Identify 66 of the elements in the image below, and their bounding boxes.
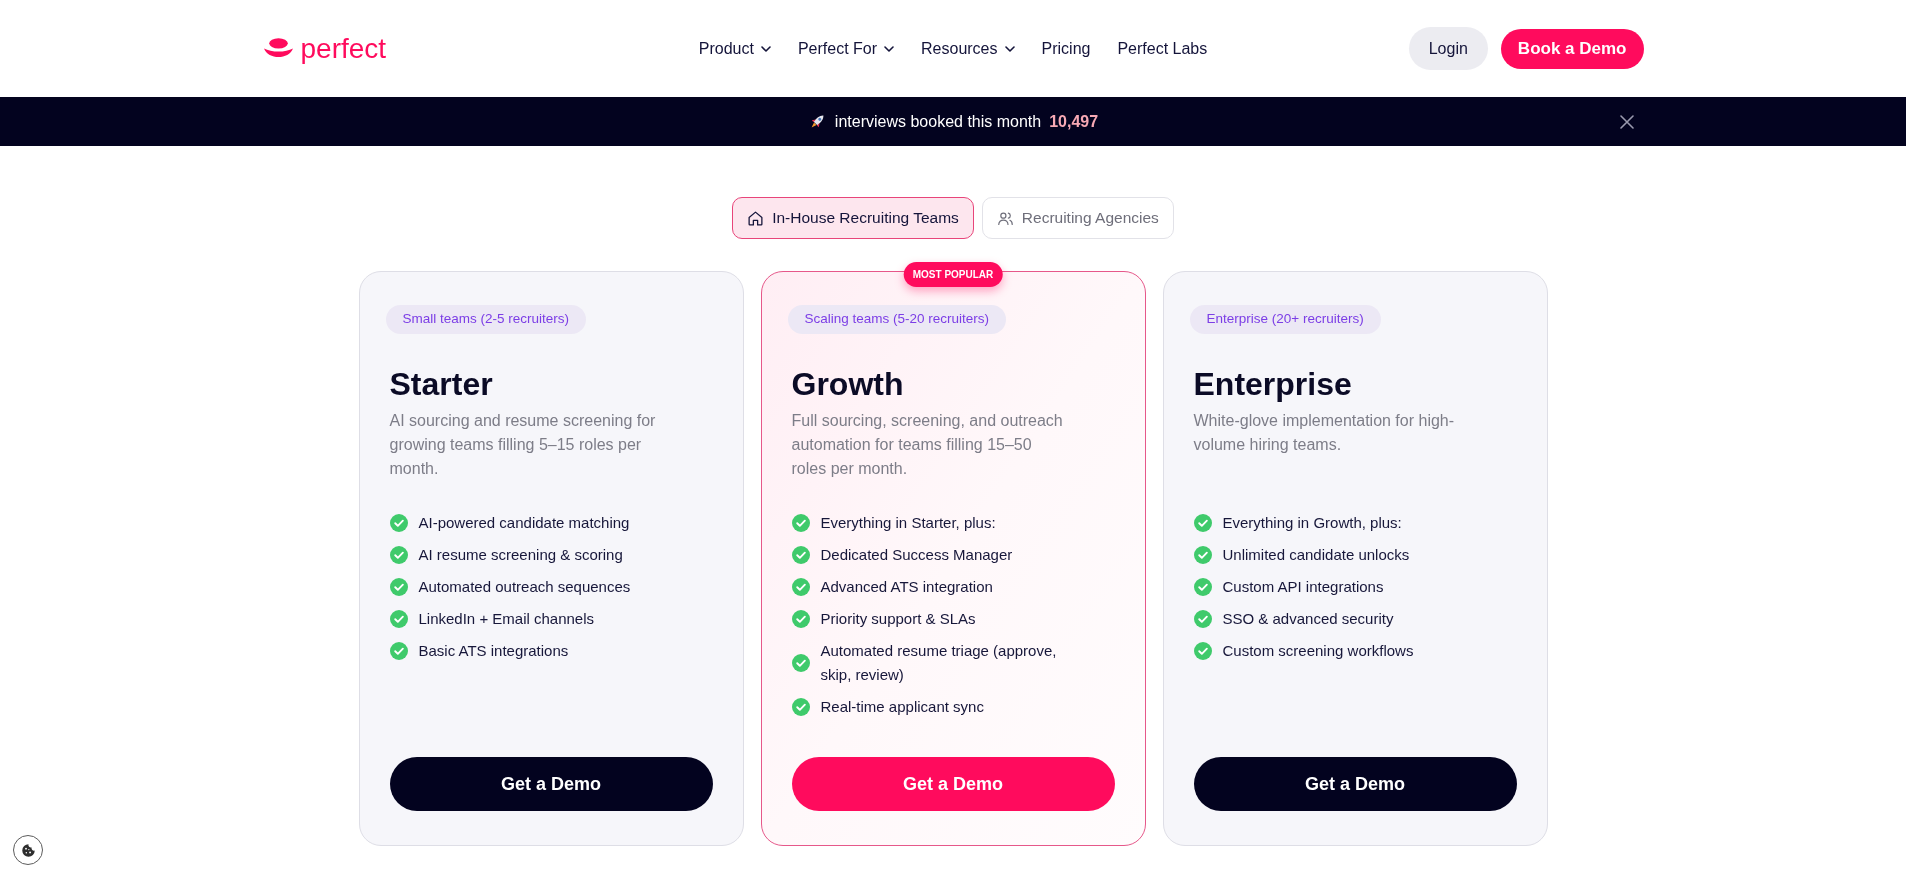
plan-name: Growth bbox=[791, 365, 905, 403]
audience-chip: Scaling teams (5-20 recruiters) bbox=[787, 305, 1007, 334]
feature-text: Real-time applicant sync bbox=[820, 697, 984, 717]
plan-description: White-glove implementation for high-volume hiring teams. bbox=[1193, 411, 1456, 455]
house-icon bbox=[747, 209, 765, 227]
popular-badge: MOST POPULAR bbox=[903, 262, 1003, 287]
plan-name: Enterprise bbox=[1193, 365, 1353, 403]
plan-description: Full sourcing, screening, and outreach automation for teams filling 15–50 roles per month. bbox=[791, 411, 1064, 479]
feature-text: AI-powered candidate matching bbox=[418, 513, 630, 533]
nav-link[interactable]: Perfect Labs bbox=[1117, 36, 1208, 61]
interview-count: 10,497 bbox=[1049, 111, 1099, 132]
plan-name: Starter bbox=[389, 365, 494, 403]
audience-chip: Small teams (2-5 recruiters) bbox=[385, 305, 587, 334]
cookie-icon bbox=[20, 842, 36, 858]
feature-text: Priority support & SLAs bbox=[820, 609, 976, 629]
nav-link[interactable]: Product bbox=[698, 36, 771, 61]
logo[interactable]: perfect bbox=[262, 34, 387, 63]
nav-link[interactable]: Pricing bbox=[1041, 36, 1091, 61]
feature-text: Unlimited candidate unlocks bbox=[1222, 545, 1410, 565]
login-button[interactable]: Login bbox=[1408, 27, 1488, 70]
book-demo-button[interactable]: Book a Demo bbox=[1500, 28, 1644, 69]
logo-mark-icon bbox=[262, 38, 294, 59]
check-icon bbox=[791, 546, 810, 564]
feature-text: Automated resume triage (approve, skip, review) bbox=[820, 641, 1058, 685]
check-icon bbox=[1193, 578, 1212, 596]
close-icon bbox=[1619, 114, 1634, 129]
check-icon bbox=[791, 578, 810, 596]
feature-text: Dedicated Success Manager bbox=[820, 545, 1013, 565]
feature-text: Custom screening workflows bbox=[1222, 641, 1414, 661]
check-icon bbox=[389, 610, 408, 628]
people-icon bbox=[996, 209, 1014, 227]
check-icon bbox=[1193, 546, 1212, 564]
check-icon bbox=[1193, 514, 1212, 532]
check-icon bbox=[389, 578, 408, 596]
feature-text: Custom API integrations bbox=[1222, 577, 1384, 597]
nav-link[interactable]: Resources bbox=[921, 36, 1015, 61]
announcement-text: interviews booked this month bbox=[834, 111, 1042, 132]
chevron-down-icon bbox=[1004, 45, 1015, 52]
chevron-down-icon bbox=[884, 45, 895, 52]
check-icon bbox=[791, 698, 810, 716]
audience-chip: Enterprise (20+ recruiters) bbox=[1189, 305, 1381, 334]
plan-description: AI sourcing and resume screening for growing teams filling 5–15 roles per month. bbox=[389, 411, 657, 479]
check-icon bbox=[389, 546, 408, 564]
cookie-settings-button[interactable] bbox=[13, 835, 43, 865]
get-demo-button[interactable]: Get a Demo bbox=[1193, 757, 1517, 811]
check-icon bbox=[1193, 610, 1212, 628]
get-demo-button[interactable]: Get a Demo bbox=[389, 757, 713, 811]
audience-tab[interactable]: Recruiting Agencies bbox=[981, 197, 1174, 239]
audience-tab[interactable]: In-House Recruiting Teams bbox=[732, 197, 974, 239]
chevron-down-icon bbox=[760, 45, 771, 52]
feature-text: Everything in Growth, plus: bbox=[1222, 513, 1402, 533]
check-icon bbox=[791, 514, 810, 532]
check-icon bbox=[1193, 642, 1212, 660]
feature-text: AI resume screening & scoring bbox=[418, 545, 623, 565]
get-demo-button[interactable]: Get a Demo bbox=[791, 757, 1115, 811]
feature-text: Automated outreach sequences bbox=[418, 577, 631, 597]
feature-text: Everything in Starter, plus: bbox=[820, 513, 996, 533]
check-icon bbox=[791, 654, 810, 672]
check-icon bbox=[389, 642, 408, 660]
check-icon bbox=[791, 610, 810, 628]
nav-link[interactable]: Perfect For bbox=[797, 36, 895, 61]
feature-text: Advanced ATS integration bbox=[820, 577, 993, 597]
check-icon bbox=[389, 514, 408, 532]
feature-text: Basic ATS integrations bbox=[418, 641, 569, 661]
feature-text: SSO & advanced security bbox=[1222, 609, 1394, 629]
feature-text: LinkedIn + Email channels bbox=[418, 609, 595, 629]
